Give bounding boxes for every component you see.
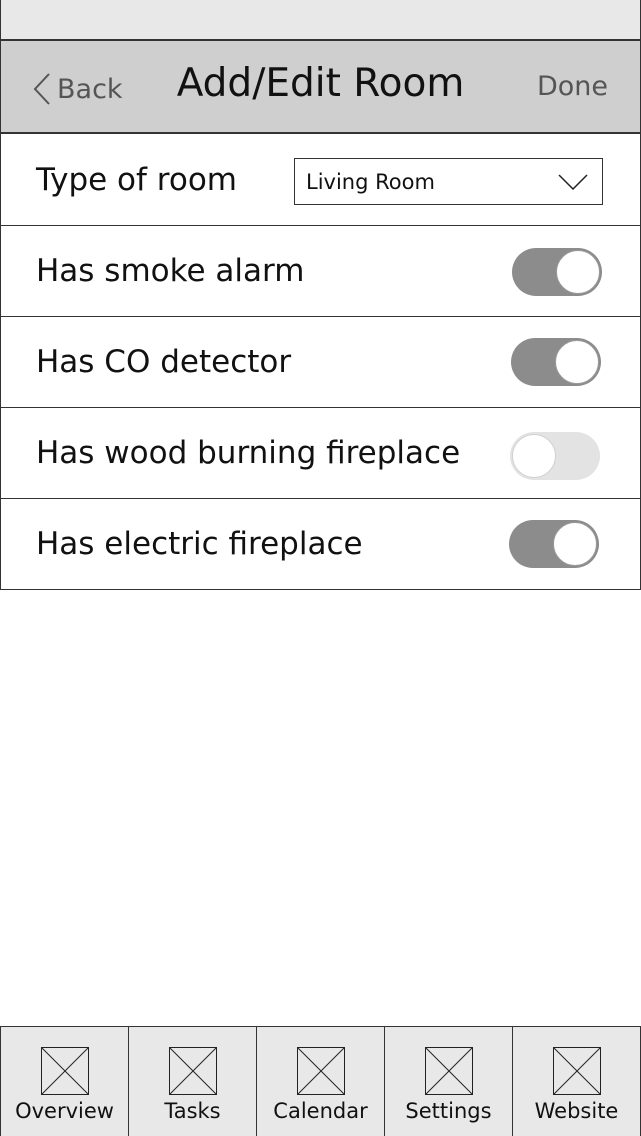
placeholder-image-icon bbox=[296, 1047, 345, 1095]
toggle-knob bbox=[555, 340, 599, 384]
room-type-select[interactable]: Living Room bbox=[294, 158, 603, 205]
electric-fireplace-toggle[interactable] bbox=[509, 520, 599, 568]
placeholder-image-icon bbox=[552, 1047, 601, 1095]
room-type-row: Type of room Living Room bbox=[0, 133, 641, 226]
toggle-knob bbox=[556, 250, 600, 294]
wood-fireplace-label: Has wood burning fireplace bbox=[36, 435, 461, 471]
back-button[interactable]: Back bbox=[33, 71, 123, 107]
co-detector-row: Has CO detector bbox=[0, 317, 641, 408]
smoke-alarm-row: Has smoke alarm bbox=[0, 226, 641, 317]
electric-fireplace-row: Has electric fireplace bbox=[0, 499, 641, 590]
tab-settings[interactable]: Settings bbox=[384, 1027, 512, 1136]
placeholder-image-icon bbox=[40, 1047, 89, 1095]
toggle-knob bbox=[512, 434, 556, 478]
room-form: Type of room Living Room Has smoke alarm… bbox=[0, 133, 641, 590]
back-label: Back bbox=[57, 73, 123, 105]
smoke-alarm-toggle[interactable] bbox=[512, 248, 602, 296]
status-bar bbox=[0, 0, 641, 40]
room-type-value: Living Room bbox=[306, 169, 435, 194]
electric-fireplace-label: Has electric fireplace bbox=[36, 526, 363, 562]
toggle-knob bbox=[553, 522, 597, 566]
wood-fireplace-row: Has wood burning fireplace bbox=[0, 408, 641, 499]
tab-bar: Overview Tasks Calendar Settings Website bbox=[0, 1026, 641, 1136]
tab-settings-label: Settings bbox=[405, 1099, 492, 1123]
smoke-alarm-label: Has smoke alarm bbox=[36, 253, 305, 289]
chevron-down-icon bbox=[558, 174, 588, 194]
tab-calendar[interactable]: Calendar bbox=[256, 1027, 384, 1136]
room-type-label: Type of room bbox=[36, 161, 237, 198]
tab-tasks[interactable]: Tasks bbox=[128, 1027, 256, 1136]
navigation-bar: Back Add/Edit Room Done bbox=[0, 40, 641, 133]
tab-tasks-label: Tasks bbox=[164, 1099, 221, 1123]
wood-fireplace-toggle[interactable] bbox=[510, 432, 600, 480]
chevron-left-icon bbox=[33, 72, 51, 106]
tab-overview[interactable]: Overview bbox=[0, 1027, 128, 1136]
co-detector-label: Has CO detector bbox=[36, 344, 292, 380]
tab-calendar-label: Calendar bbox=[273, 1099, 368, 1123]
co-detector-toggle[interactable] bbox=[511, 338, 601, 386]
tab-website-label: Website bbox=[534, 1099, 619, 1123]
tab-website[interactable]: Website bbox=[512, 1027, 641, 1136]
placeholder-image-icon bbox=[424, 1047, 473, 1095]
tab-overview-label: Overview bbox=[15, 1099, 114, 1123]
placeholder-image-icon bbox=[168, 1047, 217, 1095]
done-button[interactable]: Done bbox=[537, 71, 608, 102]
